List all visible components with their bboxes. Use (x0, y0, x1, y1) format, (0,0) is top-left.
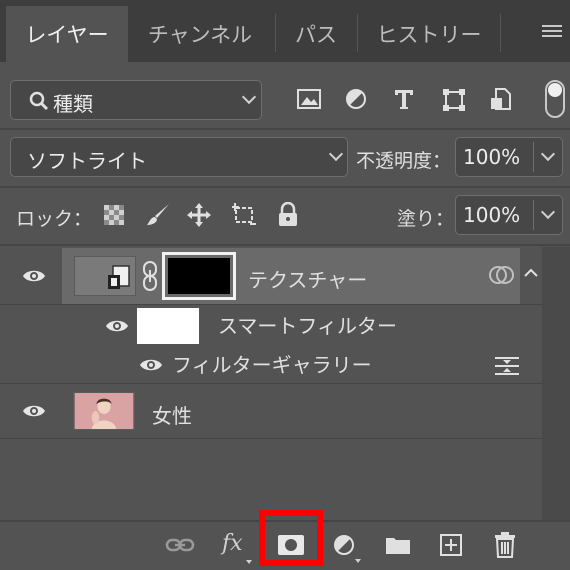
adjustment-filter-icon[interactable] (345, 88, 367, 110)
layers-scrollbar[interactable] (542, 247, 570, 520)
layer-mask-thumbnail (168, 258, 230, 294)
opacity-field[interactable]: 100% (455, 137, 563, 177)
image-filter-icon[interactable] (297, 88, 321, 110)
tab-channels[interactable]: チャンネル (130, 6, 270, 62)
tab-paths[interactable]: パス (278, 6, 354, 62)
layer-row-filter-gallery[interactable]: フィルターギャラリー (0, 347, 542, 383)
divider (0, 186, 570, 188)
tab-layers[interactable]: レイヤー (6, 6, 128, 62)
blend-mode-value: ソフトライト (27, 149, 147, 173)
layer-row-texture[interactable]: テクスチャー (0, 248, 520, 304)
adjustment-dropdown-indicator (355, 559, 361, 563)
smart-object-badge-icon (108, 265, 130, 289)
lock-artboard-icon[interactable] (230, 202, 258, 228)
tab-separator (275, 14, 276, 52)
layer-thumbnail-texture (74, 256, 136, 296)
visibility-eye-icon[interactable] (139, 357, 163, 373)
layer-row-smart-filter[interactable]: スマートフィルター (0, 305, 542, 347)
fx-dropdown-indicator (246, 560, 252, 564)
layer-name-texture[interactable]: テクスチャー (248, 264, 367, 293)
row-divider (0, 438, 542, 439)
smart-filter-label: スマートフィルター (218, 314, 397, 338)
layer-mask-selected-frame[interactable] (162, 252, 236, 300)
divider (0, 244, 570, 246)
filter-kind-label: 種類 (53, 92, 93, 116)
filter-toggle-switch[interactable] (545, 80, 565, 118)
filter-gallery-label[interactable]: フィルターギャラリー (172, 349, 372, 378)
collapse-chevron-up-icon[interactable] (524, 268, 538, 278)
link-layers-icon[interactable] (165, 535, 195, 555)
layer-row-woman[interactable]: 女性 (0, 384, 542, 438)
lock-label: ロック： (16, 208, 93, 230)
visibility-eye-icon[interactable] (22, 268, 46, 284)
new-layer-icon[interactable] (440, 534, 462, 556)
fill-field[interactable]: 100% (455, 195, 563, 235)
delete-layer-trash-icon[interactable] (494, 532, 516, 558)
opacity-label: 不透明度： (356, 150, 452, 172)
visibility-eye-icon[interactable] (22, 403, 46, 419)
search-icon (29, 91, 49, 111)
chevron-down-icon (328, 146, 344, 162)
layer-name-woman[interactable]: 女性 (152, 400, 192, 429)
fill-label: 塗り： (397, 208, 455, 230)
smart-filter-mask-thumbnail[interactable] (136, 307, 200, 345)
highlight-box-add-mask (259, 510, 323, 566)
blend-mode-select[interactable]: ソフトライト (10, 137, 348, 177)
layer-thumbnail-woman-photo (73, 392, 135, 430)
lock-position-move-icon[interactable] (186, 202, 212, 228)
smart-object-filter-icon[interactable] (490, 87, 514, 111)
opacity-value[interactable]: 100% (463, 145, 520, 169)
divider (0, 128, 570, 130)
lock-transparent-pixels-icon[interactable] (103, 204, 125, 226)
tab-separator (357, 14, 358, 52)
fill-value[interactable]: 100% (463, 203, 520, 227)
panel-menu-icon[interactable] (542, 25, 562, 39)
lock-all-icon[interactable] (277, 202, 299, 228)
tab-separator (500, 14, 501, 52)
chevron-down-icon[interactable] (540, 146, 556, 162)
new-group-folder-icon[interactable] (385, 535, 411, 555)
filter-blending-options-icon[interactable] (494, 355, 520, 377)
filter-kind-select[interactable]: 種類 (10, 80, 262, 120)
chevron-down-icon (241, 89, 257, 105)
chevron-down-icon[interactable] (540, 204, 556, 220)
shape-filter-icon[interactable] (442, 88, 466, 112)
visibility-eye-icon[interactable] (105, 318, 129, 334)
lock-image-pixels-brush-icon[interactable] (145, 202, 171, 228)
smart-filter-effects-icon[interactable] (488, 264, 516, 286)
panel-tab-bar: レイヤー チャンネル パス ヒストリー (0, 0, 570, 62)
add-layer-style-fx-button[interactable]: fx (222, 531, 243, 556)
mask-link-chain-icon[interactable] (142, 260, 158, 292)
type-filter-icon[interactable] (393, 88, 415, 110)
tab-history[interactable]: ヒストリー (360, 6, 498, 62)
new-adjustment-layer-icon[interactable] (333, 534, 355, 556)
